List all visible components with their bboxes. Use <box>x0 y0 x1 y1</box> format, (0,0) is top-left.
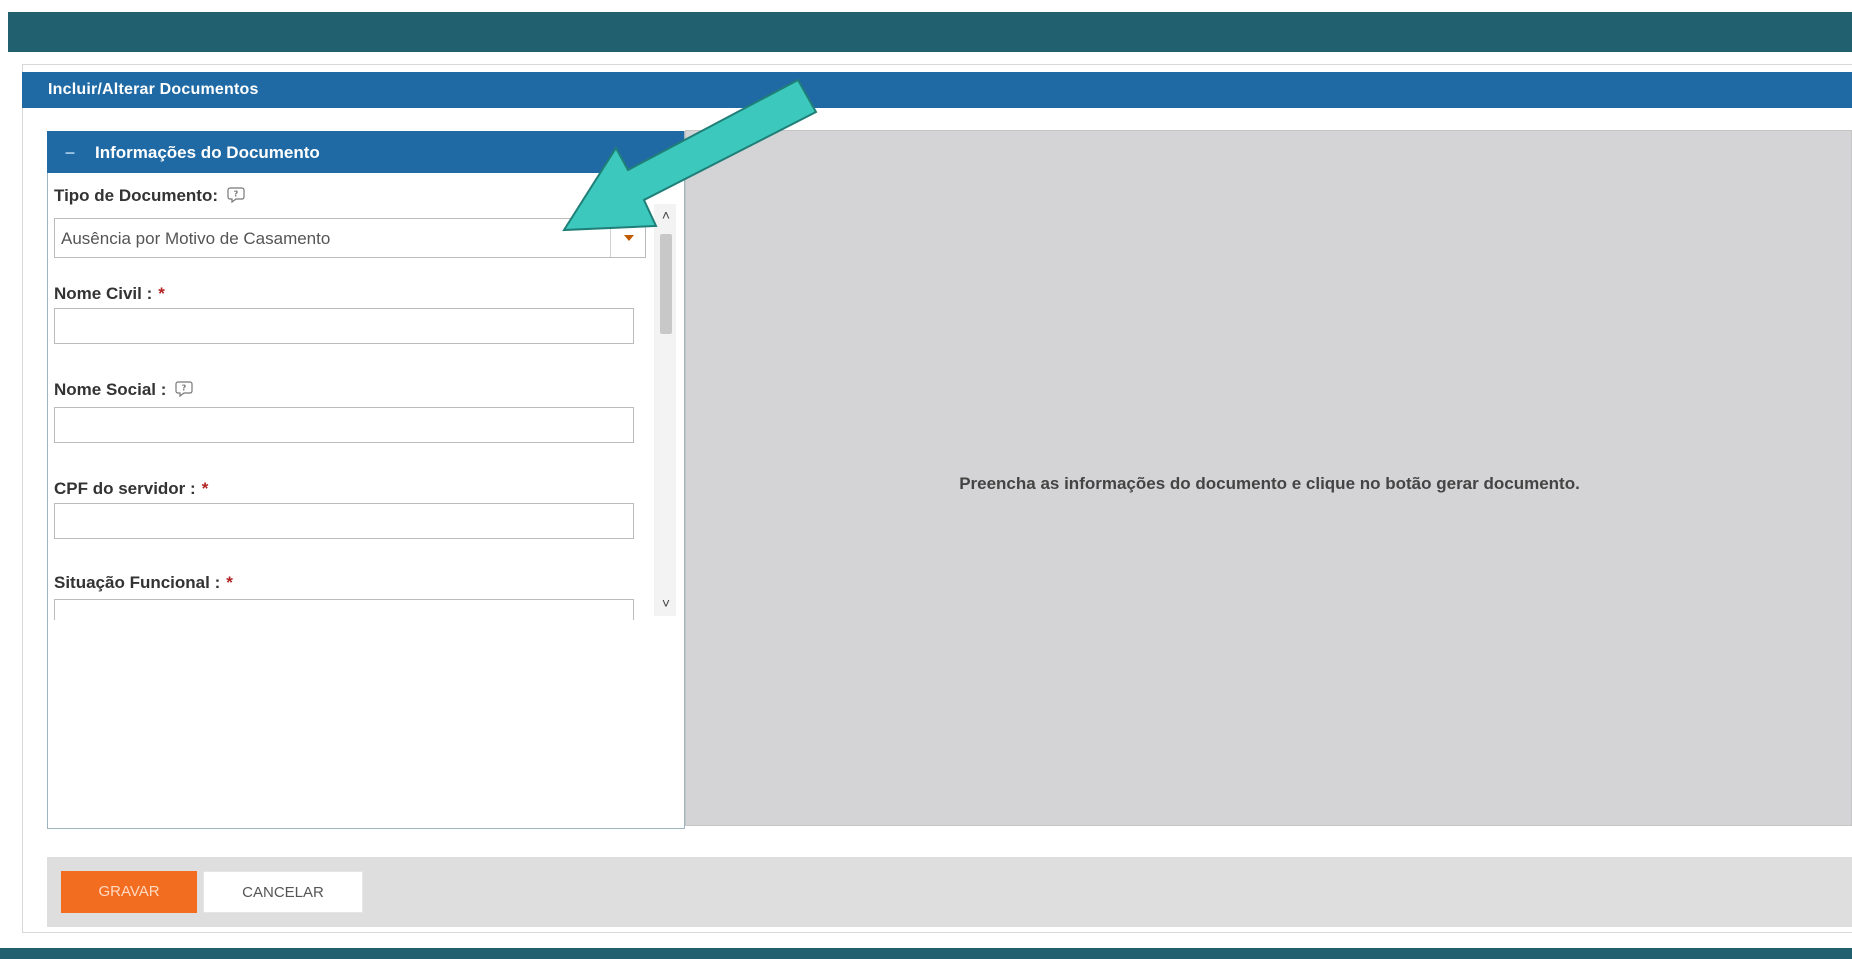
top-app-bar-fill <box>8 12 1852 52</box>
nome-civil-label: Nome Civil : * <box>54 284 165 303</box>
svg-text:?: ? <box>233 190 238 199</box>
save-button[interactable]: GRAVAR <box>61 871 197 913</box>
top-app-bar <box>0 0 1852 52</box>
situacao-funcional-label: Situação Funcional : * <box>54 573 233 592</box>
tipo-documento-label: Tipo de Documento: ? <box>54 186 245 206</box>
required-marker: * <box>158 284 165 303</box>
preview-message: Preencha as informações do documento e c… <box>959 474 1580 493</box>
panel-header: Incluir/Alterar Documentos <box>22 72 1852 108</box>
form-scrollbar[interactable]: ˄ ˅ <box>654 204 676 616</box>
svg-text:?: ? <box>182 384 187 393</box>
scroll-down-icon[interactable]: ˅ <box>659 596 673 610</box>
required-marker: * <box>226 573 233 592</box>
annotation-arrow-icon <box>562 78 818 232</box>
collapse-icon[interactable]: – <box>65 142 75 163</box>
tipo-documento-select[interactable]: Ausência por Motivo de Casamento <box>54 218 646 258</box>
required-marker: * <box>201 479 209 498</box>
situacao-funcional-input[interactable] <box>54 599 634 620</box>
help-icon[interactable]: ? <box>175 380 193 397</box>
cpf-input[interactable] <box>54 503 634 539</box>
nome-civil-input[interactable] <box>54 308 634 344</box>
tipo-documento-value: Ausência por Motivo de Casamento <box>61 229 331 248</box>
document-info-title: Informações do Documento <box>95 143 320 162</box>
action-bar: GRAVAR CANCELAR <box>47 857 1852 927</box>
cpf-label: CPF do servidor : * <box>54 479 209 498</box>
panel-title: Incluir/Alterar Documentos <box>48 81 259 98</box>
document-form: Tipo de Documento: ? Ausência por Motivo… <box>48 174 648 620</box>
nome-social-label: Nome Social : ? <box>54 380 193 400</box>
nome-social-input[interactable] <box>54 407 634 443</box>
help-icon[interactable]: ? <box>227 186 245 203</box>
bottom-bar <box>0 948 1852 959</box>
scrollbar-thumb[interactable] <box>660 234 672 334</box>
document-preview: Preencha as informações do documento e c… <box>685 130 1852 826</box>
cancel-button[interactable]: CANCELAR <box>203 871 363 913</box>
